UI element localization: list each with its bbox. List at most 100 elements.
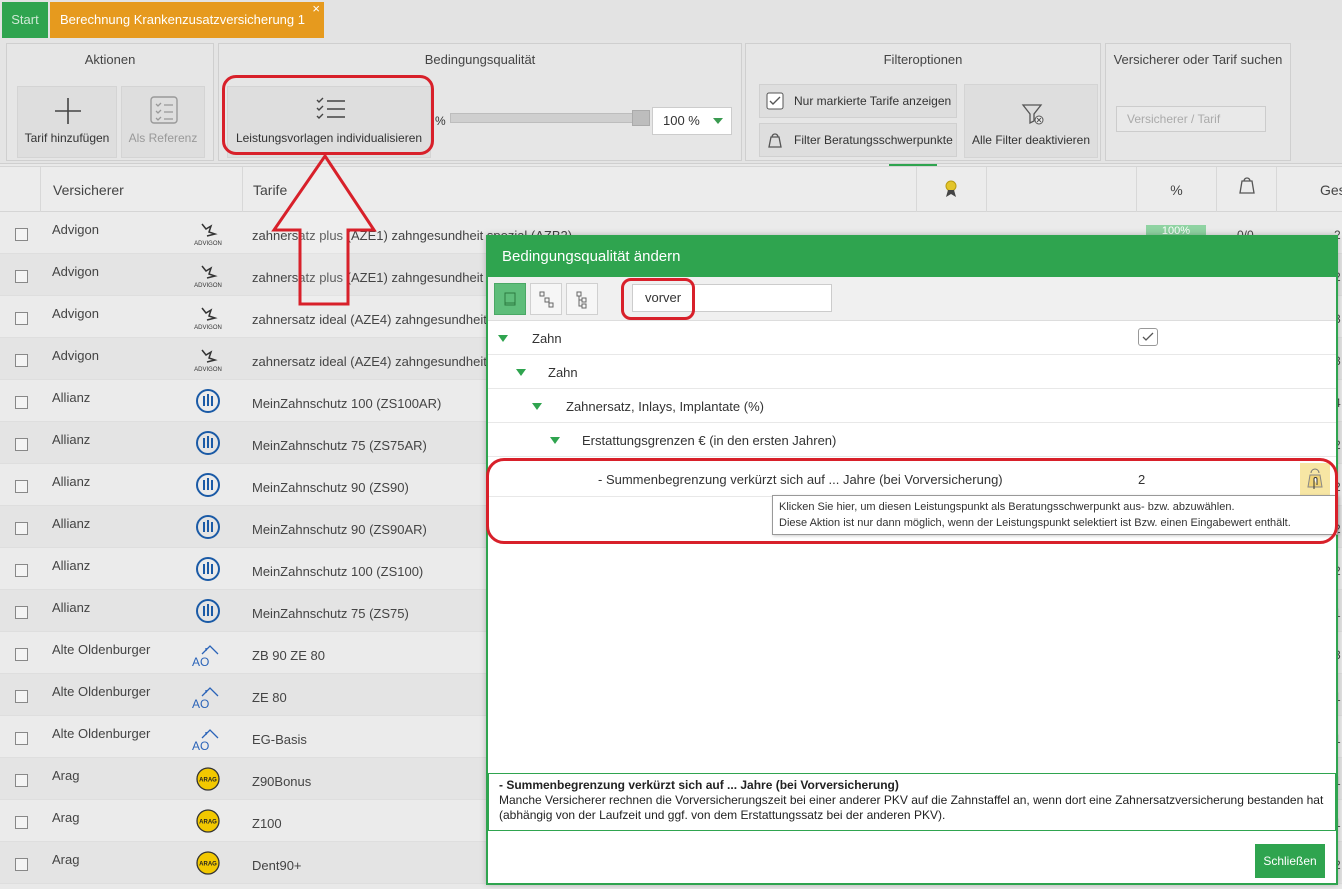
check-icon: [1142, 332, 1154, 341]
percent-value: 100 %: [663, 113, 700, 128]
row-tariff: ZE 80: [252, 690, 287, 705]
row-insurer: Advigon: [52, 222, 99, 237]
row-tariff: Dent90+: [252, 858, 302, 873]
ao-logo: AO: [188, 724, 228, 753]
add-tariff-button[interactable]: Tarif hinzufügen: [17, 86, 117, 158]
ribbon: Aktionen Tarif hinzufügen Als Referenz B…: [0, 40, 1342, 164]
row-tariff: MeinZahnschutz 75 (ZS75): [252, 606, 409, 621]
allianz-logo: [188, 556, 228, 584]
header-insurer[interactable]: Versicherer: [40, 167, 242, 213]
row-checkbox[interactable]: [15, 438, 28, 451]
svg-text:AO: AO: [192, 739, 209, 752]
tree-node[interactable]: Erstattungsgrenzen € (in den ersten Jahr…: [488, 423, 1336, 457]
highlight-ring-customize: [222, 75, 434, 155]
row-checkbox[interactable]: [15, 480, 28, 493]
allianz-logo: [188, 472, 228, 500]
description-panel: - Summenbegrenzung verkürzt sich auf ...…: [488, 773, 1336, 831]
allianz-logo: [188, 388, 228, 416]
tree-node-checkbox[interactable]: [1138, 328, 1158, 346]
highlight-ring-item: [486, 458, 1338, 544]
allianz-logo: [188, 430, 228, 458]
row-checkbox[interactable]: [15, 396, 28, 409]
arag-logo: ARAG: [188, 766, 228, 794]
svg-text:ARAG: ARAG: [199, 778, 217, 784]
expand-caret-icon[interactable]: [516, 369, 526, 376]
row-insurer: Allianz: [52, 390, 91, 405]
row-tariff: MeinZahnschutz 75 (ZS75AR): [252, 438, 427, 453]
focus-filter-button[interactable]: Filter Beratungsschwerpunkte: [759, 123, 957, 157]
row-checkbox[interactable]: [15, 354, 28, 367]
tab-calculation-label: Berechnung Krankenzusatzversicherung 1: [60, 12, 305, 27]
row-checkbox[interactable]: [15, 816, 28, 829]
expand-caret-icon[interactable]: [550, 437, 560, 444]
page-icon: [504, 292, 516, 306]
tab-calculation[interactable]: Berechnung Krankenzusatzversicherung 1 ×: [50, 0, 324, 38]
percent-select[interactable]: 100 %: [652, 107, 732, 135]
svg-text:AO: AO: [192, 697, 209, 710]
description-text: Manche Versicherer rechnen die Vorversic…: [499, 793, 1324, 822]
only-marked-button[interactable]: Nur markierte Tarife anzeigen: [759, 84, 957, 118]
quality-dialog: Bedingungsqualität ändern vorver Zahn Zah…: [486, 235, 1338, 885]
row-insurer: Allianz: [52, 516, 91, 531]
advigon-logo: ADVIGON: [188, 262, 228, 290]
tree-node[interactable]: Zahn: [488, 355, 1336, 389]
row-insurer: Arag: [52, 810, 80, 825]
arag-logo: ARAG: [188, 850, 228, 878]
search-input[interactable]: Versicherer / Tarif: [1116, 106, 1266, 132]
add-tariff-label: Tarif hinzufügen: [24, 131, 110, 145]
reference-button[interactable]: Als Referenz: [121, 86, 205, 158]
row-checkbox[interactable]: [15, 270, 28, 283]
row-checkbox[interactable]: [15, 732, 28, 745]
tree-node[interactable]: Zahn: [488, 321, 1336, 355]
row-checkbox[interactable]: [15, 690, 28, 703]
group-title: Bedingungsqualität: [424, 52, 536, 67]
expand-caret-icon[interactable]: [498, 335, 508, 342]
header-award[interactable]: [916, 167, 986, 213]
row-checkbox[interactable]: [15, 564, 28, 577]
row-checkbox[interactable]: [15, 312, 28, 325]
close-button[interactable]: Schließen: [1255, 844, 1325, 878]
row-insurer: Advigon: [52, 264, 99, 279]
view-flat-button[interactable]: [494, 283, 526, 315]
outline-icon: [576, 291, 587, 309]
svg-text:AO: AO: [192, 655, 209, 668]
deactivate-filters-label: Alle Filter deaktivieren: [971, 133, 1091, 147]
svg-text:ADVIGON: ADVIGON: [194, 241, 222, 247]
row-insurer: Advigon: [52, 348, 99, 363]
header-percent[interactable]: %: [1136, 167, 1216, 213]
allianz-logo: [188, 514, 228, 542]
group-title: Filteroptionen: [883, 52, 963, 67]
table-header: Versicherer Tarife % Ges: [0, 166, 1342, 213]
tab-close-icon[interactable]: ×: [312, 0, 320, 27]
dialog-toolbar: vorver: [488, 277, 1336, 321]
header-total[interactable]: Ges: [1276, 167, 1342, 213]
bag-icon: [1239, 177, 1255, 194]
row-tariff: MeinZahnschutz 90 (ZS90): [252, 480, 409, 495]
chevron-down-icon: [713, 118, 723, 124]
deactivate-filters-button[interactable]: Alle Filter deaktivieren: [964, 84, 1098, 158]
header-empty: [986, 167, 1136, 213]
view-tree-button[interactable]: [530, 283, 562, 315]
row-tariff: MeinZahnschutz 90 (ZS90AR): [252, 522, 427, 537]
advigon-logo: ADVIGON: [188, 346, 228, 374]
svg-text:ARAG: ARAG: [199, 862, 217, 868]
svg-text:ARAG: ARAG: [199, 820, 217, 826]
header-focus[interactable]: [1216, 167, 1276, 213]
plus-icon: [55, 98, 81, 124]
row-checkbox[interactable]: [15, 858, 28, 871]
percent-label: %: [435, 114, 446, 128]
highlight-ring-filter: [621, 278, 695, 320]
slider-thumb[interactable]: [632, 110, 650, 126]
expand-caret-icon[interactable]: [532, 403, 542, 410]
row-checkbox[interactable]: [15, 522, 28, 535]
quality-slider[interactable]: [450, 110, 650, 126]
dialog-title: Bedingungsqualität ändern: [488, 237, 1336, 277]
row-checkbox[interactable]: [15, 606, 28, 619]
tree-node[interactable]: Zahnersatz, Inlays, Implantate (%): [488, 389, 1336, 423]
row-checkbox[interactable]: [15, 774, 28, 787]
row-checkbox[interactable]: [15, 648, 28, 661]
row-checkbox[interactable]: [15, 228, 28, 241]
view-outline-button[interactable]: [566, 283, 598, 315]
tab-start[interactable]: Start: [2, 2, 48, 38]
row-insurer: Allianz: [52, 432, 91, 447]
